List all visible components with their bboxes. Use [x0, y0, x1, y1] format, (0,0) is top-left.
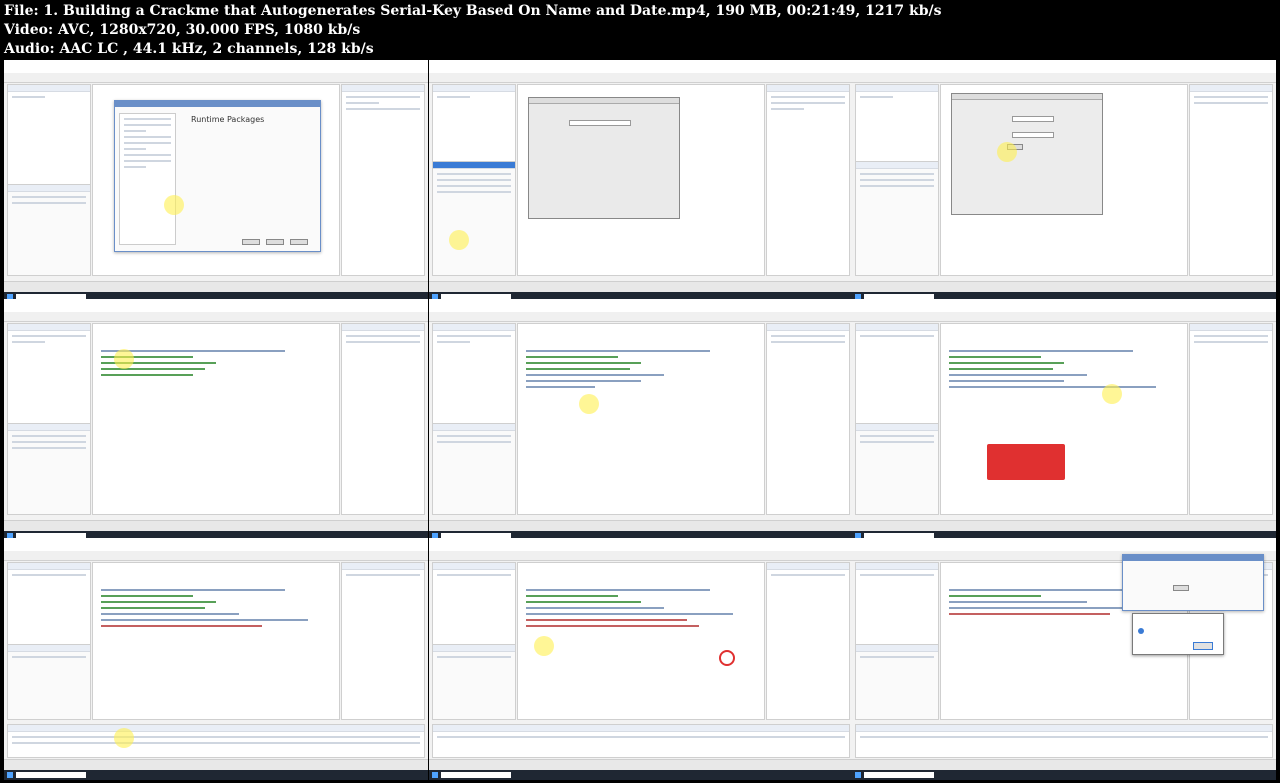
structure-panel: [7, 84, 91, 276]
serial-field[interactable]: [1012, 132, 1054, 138]
thumbnail-5[interactable]: [429, 299, 853, 541]
design-form: [528, 97, 680, 219]
cursor-highlight: [114, 728, 134, 748]
cancel-button[interactable]: [266, 239, 284, 245]
annotation-callout: [987, 444, 1065, 480]
ok-button[interactable]: [1193, 642, 1213, 650]
messages-panel: [855, 724, 1273, 758]
design-form: [951, 93, 1103, 215]
dialog-heading: Runtime Packages: [191, 115, 265, 124]
red-circle-marker: [719, 650, 735, 666]
thumbnail-8[interactable]: [429, 538, 853, 780]
cursor-highlight: [1102, 384, 1122, 404]
cursor-highlight: [997, 142, 1017, 162]
projects-panel: [341, 84, 425, 276]
thumbnail-6[interactable]: [852, 299, 1276, 541]
cursor-highlight: [164, 195, 184, 215]
form-designer: [517, 84, 765, 276]
messages-panel: [432, 724, 850, 758]
crackme-window: [1122, 554, 1264, 611]
object-inspector: [433, 161, 515, 275]
object-inspector: [8, 183, 90, 275]
thumbnail-grid: Runtime Packages: [0, 56, 1280, 783]
code-editor: [92, 562, 340, 720]
cursor-highlight: [579, 394, 599, 414]
messages-panel: [7, 724, 425, 758]
cursor-highlight: [534, 636, 554, 656]
save-button[interactable]: [242, 239, 260, 245]
toolbar: [4, 73, 428, 83]
thumbnail-2[interactable]: [429, 60, 853, 302]
file-line: File: 1. Building a Crackme that Autogen…: [4, 3, 942, 19]
thumbnail-3[interactable]: [852, 60, 1276, 302]
code-editor: [517, 562, 765, 720]
form-designer: [940, 84, 1188, 276]
check-button[interactable]: [1173, 585, 1189, 591]
thumbnail-1[interactable]: Runtime Packages: [4, 60, 428, 302]
thumbnail-9[interactable]: [852, 538, 1276, 780]
code-editor: [517, 323, 765, 515]
code-editor: [940, 323, 1188, 515]
status-bar: [4, 281, 428, 292]
thumbnail-7[interactable]: [4, 538, 428, 780]
thumbnail-4[interactable]: [4, 299, 428, 541]
cursor-highlight: [449, 230, 469, 250]
name-field[interactable]: [569, 120, 631, 126]
info-icon: [1138, 628, 1144, 634]
cursor-highlight: [114, 349, 134, 369]
project-options-dialog: Runtime Packages: [114, 100, 321, 252]
file-info-header: File: 1. Building a Crackme that Autogen…: [4, 2, 1274, 59]
structure-panel: [432, 84, 516, 276]
name-field[interactable]: [1012, 116, 1054, 122]
help-button[interactable]: [290, 239, 308, 245]
video-line: Video: AVC, 1280x720, 30.000 FPS, 1080 k…: [4, 22, 361, 38]
message-box: [1132, 613, 1224, 655]
